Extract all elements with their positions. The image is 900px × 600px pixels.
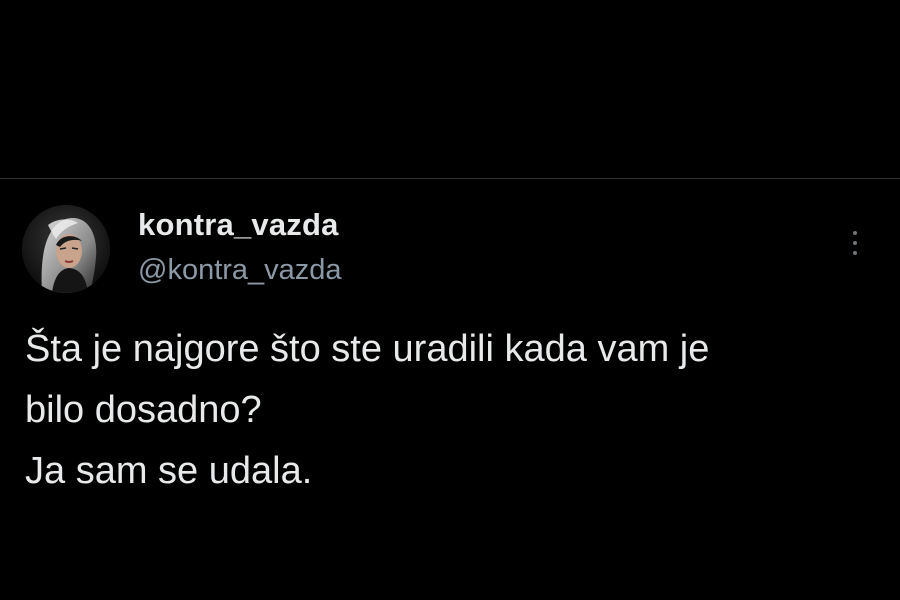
more-dot xyxy=(853,231,857,235)
more-dot xyxy=(853,241,857,245)
avatar-photo-icon xyxy=(22,205,110,293)
tweet[interactable]: kontra_vazda @kontra_vazda Šta je najgor… xyxy=(0,179,900,600)
user-handle[interactable]: @kontra_vazda xyxy=(138,254,342,287)
display-name[interactable]: kontra_vazda xyxy=(138,207,339,243)
tweet-text: Šta je najgore što ste uradili kada vam … xyxy=(25,319,875,502)
avatar[interactable] xyxy=(22,205,110,293)
screen: kontra_vazda @kontra_vazda Šta je najgor… xyxy=(0,0,900,600)
tweet-text-line: Šta je najgore što ste uradili kada vam … xyxy=(25,328,710,370)
tweet-text-line: Ja sam se udala. xyxy=(25,450,313,492)
more-dot xyxy=(853,251,857,255)
tweet-text-line: bilo dosadno? xyxy=(25,389,262,431)
more-vertical-icon[interactable] xyxy=(840,223,870,263)
